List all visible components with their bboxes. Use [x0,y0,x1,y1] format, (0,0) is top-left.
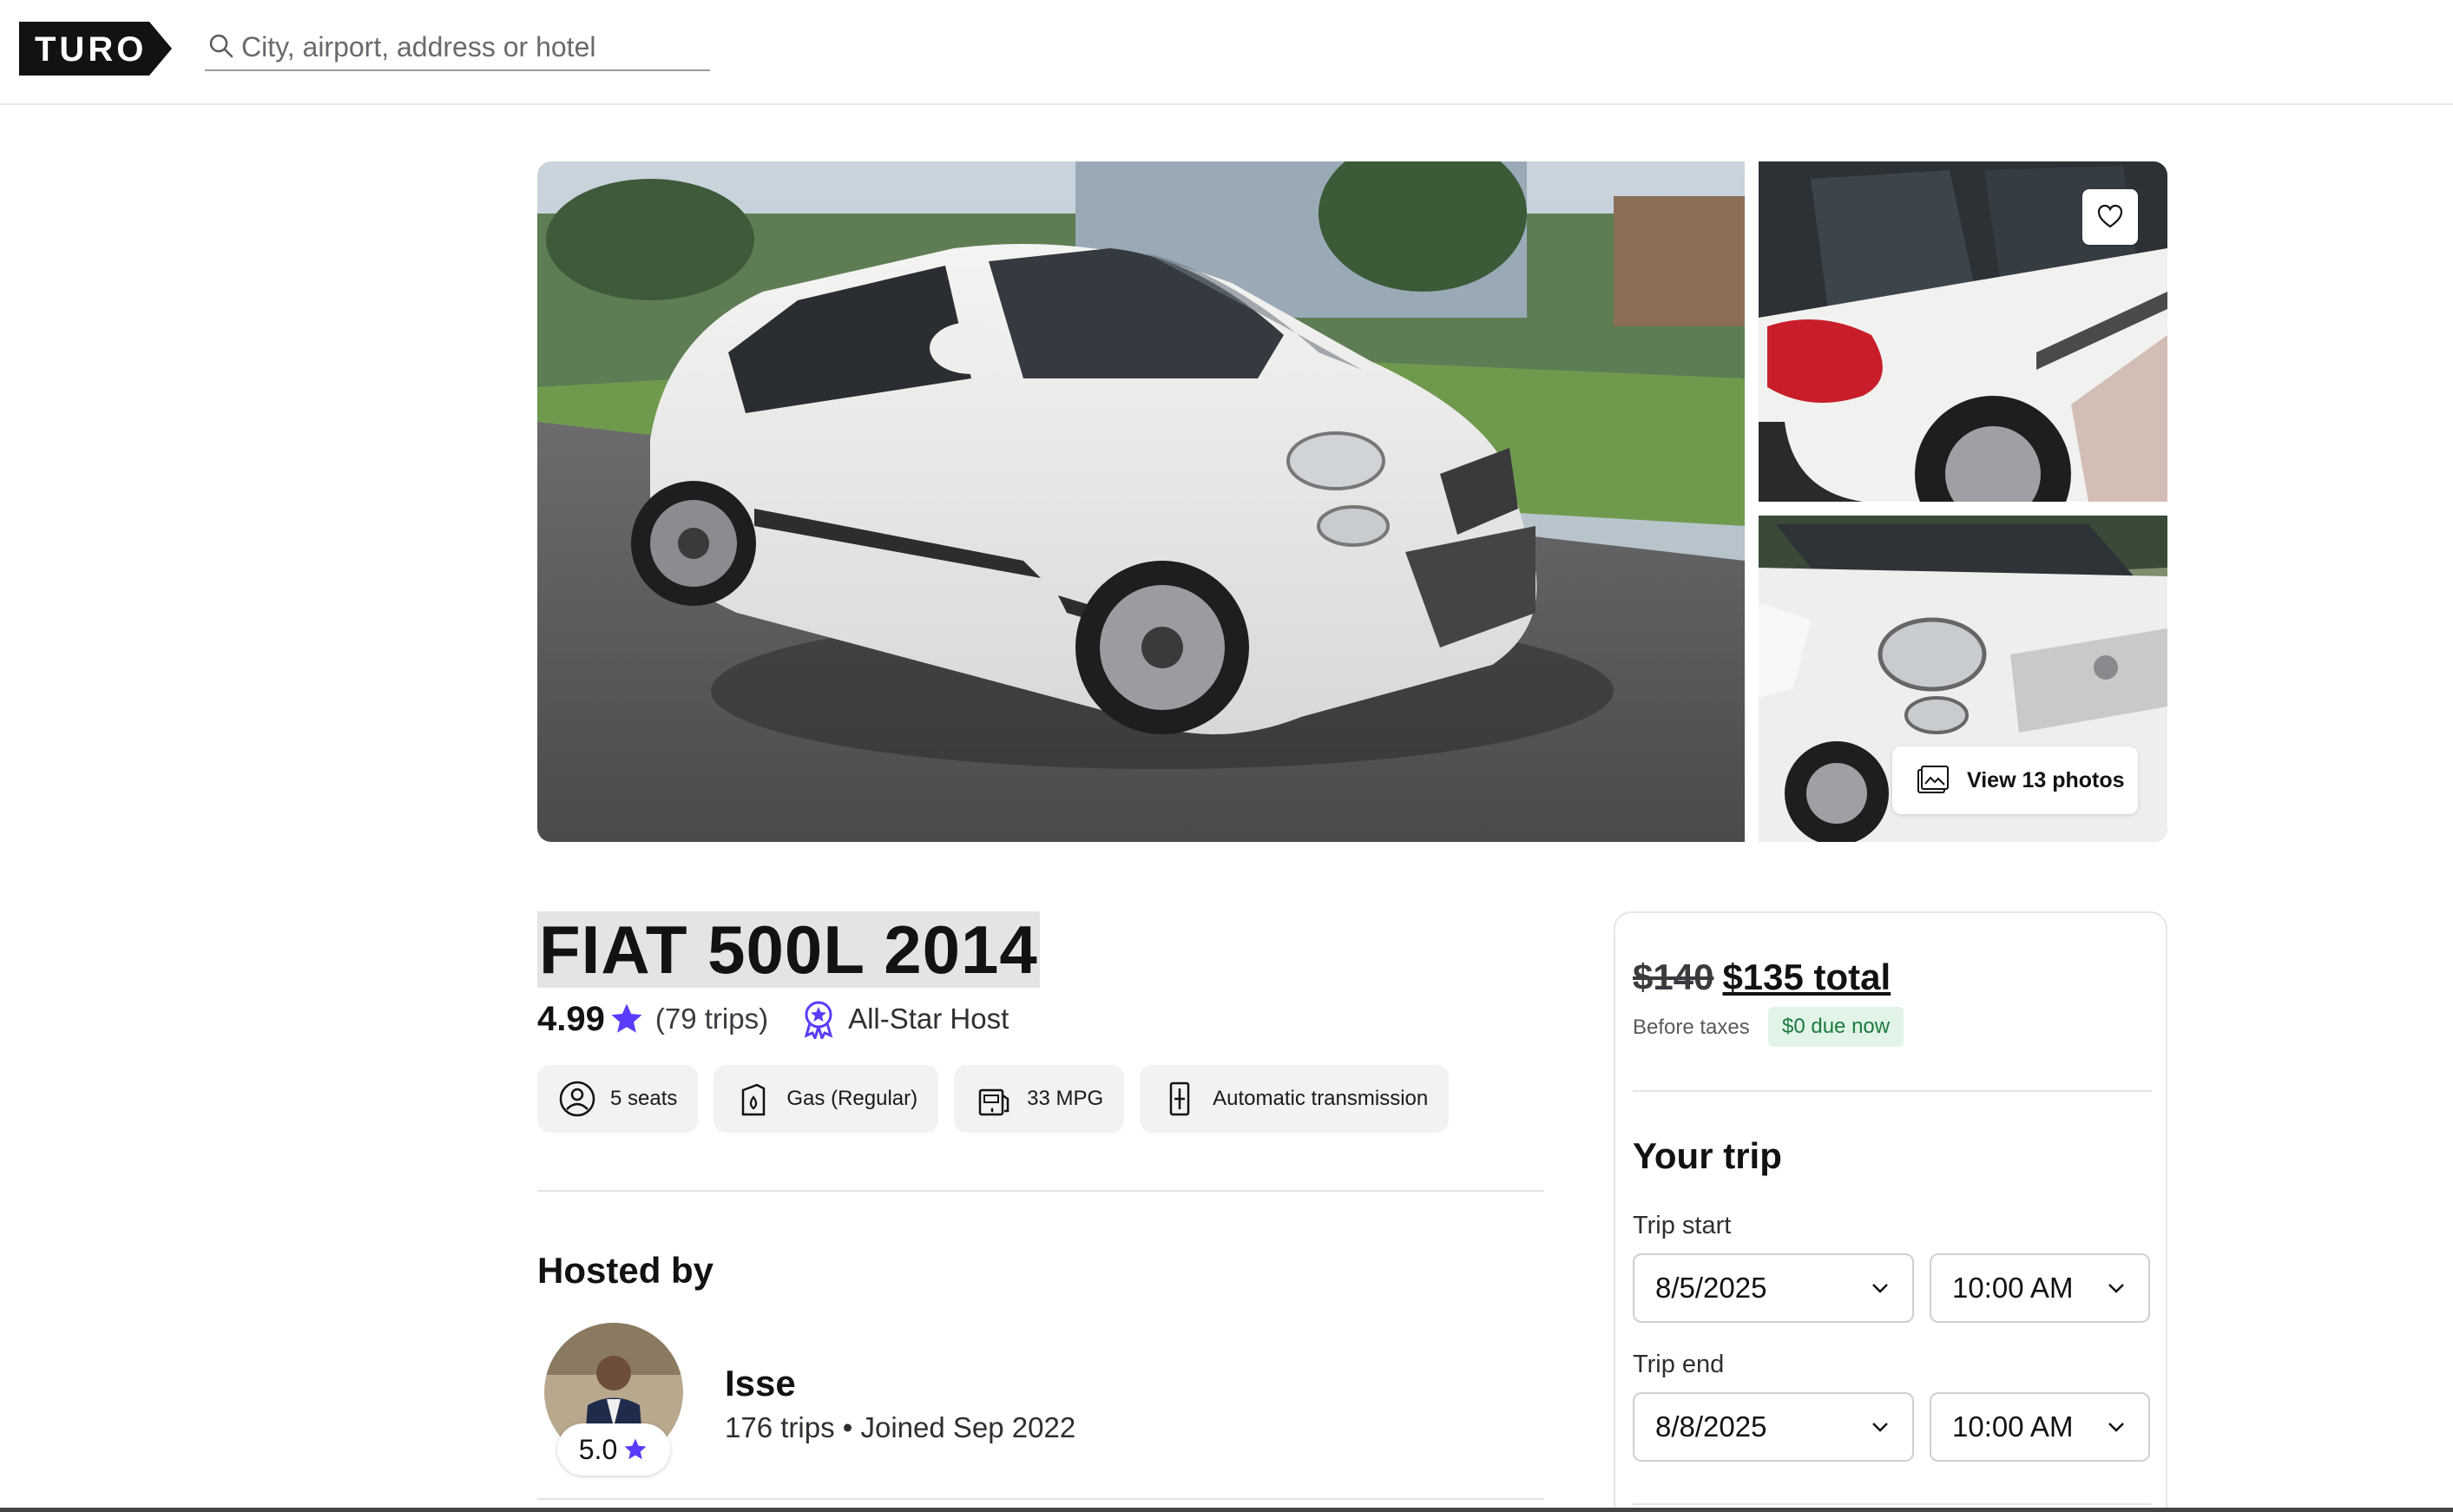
star-icon [624,1438,647,1460]
vehicle-features: 5 seats Gas (Regular) 33 MPG Automatic t… [537,1065,1450,1133]
due-now-badge: $0 due now [1768,1007,1904,1047]
trip-start-label: Trip start [1633,1212,1732,1239]
hosted-by-heading: Hosted by [537,1250,714,1291]
feature-label: Automatic transmission [1213,1087,1429,1110]
heart-icon [2097,204,2123,228]
chevron-down-icon [1872,1423,1888,1432]
mpg-icon [975,1080,1013,1118]
fuel-icon [734,1080,773,1118]
all-star-host-label: All-Star Host [848,1003,1009,1035]
chevron-down-icon [2108,1423,2124,1432]
vehicle-rating: 4.99 [537,999,605,1038]
location-search[interactable] [205,26,710,71]
chevron-down-icon [2108,1284,2124,1293]
host-rating-badge: 5.0 [557,1423,670,1476]
feature-label: 5 seats [610,1087,678,1110]
view-all-photos-button[interactable]: View 13 photos [1892,746,2138,814]
window-bottom-edge [0,1508,2453,1512]
trip-start-time: 10:00 AM [1952,1272,2074,1304]
host-meta: 176 trips • Joined Sep 2022 [725,1411,1075,1444]
favorite-button[interactable] [2082,189,2138,245]
chevron-down-icon [1872,1284,1888,1293]
feature-seats: 5 seats [537,1065,699,1133]
section-divider [537,1498,1544,1500]
meta-separator: • [834,1411,861,1443]
feature-transmission: Automatic transmission [1140,1065,1450,1133]
booking-card: $140 $135 total Before taxes $0 due now … [1614,911,2167,1512]
turo-logo[interactable]: TURO [19,22,172,76]
seat-icon [558,1080,596,1118]
host-rating: 5.0 [578,1433,618,1465]
transmission-icon [1161,1080,1199,1118]
rating-row: 4.99 (79 trips) All-Star Host [537,996,1009,1042]
view-photos-label: View 13 photos [1967,767,2125,792]
top-navigation-bar: TURO [0,0,2453,105]
vehicle-title: FIAT 500L 2014 [539,911,1038,988]
original-price: $140 [1633,957,1714,997]
trip-start-time-select[interactable]: 10:00 AM [1930,1253,2150,1323]
feature-label: Gas (Regular) [786,1087,918,1110]
search-icon [209,34,233,58]
your-trip-heading: Your trip [1633,1135,1782,1176]
trip-end-date-select[interactable]: 8/8/2025 [1633,1392,1914,1462]
section-divider [537,1190,1544,1192]
price-row: $140 $135 total [1633,957,1891,998]
trip-start-date: 8/5/2025 [1655,1272,1767,1304]
logo-text: TURO [35,30,148,69]
feature-mpg: 33 MPG [954,1065,1125,1133]
before-taxes-note: Before taxes [1633,1016,1750,1039]
gallery-icon [1917,766,1949,793]
total-price[interactable]: $135 total [1722,957,1891,998]
vehicle-title-container: FIAT 500L 2014 [537,911,1040,988]
feature-label: 33 MPG [1027,1087,1104,1110]
host-joined: Joined Sep 2022 [860,1411,1076,1443]
trip-count[interactable]: (79 trips) [655,1003,768,1035]
trip-end-time-select[interactable]: 10:00 AM [1930,1392,2150,1462]
all-star-host-badge-icon [804,1001,833,1039]
main-car-photo[interactable] [537,161,1745,842]
star-icon [611,1003,642,1033]
trip-end-label: Trip end [1633,1351,1725,1378]
trip-end-time: 10:00 AM [1952,1410,2074,1443]
card-divider [1633,1503,2152,1505]
card-divider [1633,1090,2152,1092]
feature-fuel: Gas (Regular) [714,1065,939,1133]
search-input[interactable] [241,28,701,66]
host-name[interactable]: Isse [725,1363,796,1404]
trip-end-date: 8/8/2025 [1655,1410,1767,1443]
trip-start-date-select[interactable]: 8/5/2025 [1633,1253,1914,1323]
host-trips: 176 trips [725,1411,835,1443]
